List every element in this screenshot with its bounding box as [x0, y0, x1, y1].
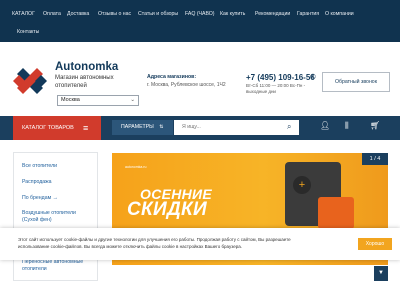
nav-item-contacts[interactable]: Контакты	[17, 29, 39, 35]
nav-item-articles[interactable]: Статьи и обзоры	[138, 11, 178, 17]
slide-counter: 1 / 4	[362, 153, 388, 165]
nav-item-catalog[interactable]: КАТАЛОГ	[12, 11, 35, 17]
brand-tagline: Магазин автономных отопителей	[55, 75, 114, 89]
filter-icon: ⇅	[159, 124, 164, 130]
nav-item-about[interactable]: О компании	[325, 11, 354, 17]
params-button[interactable]: ПАРАМЕТРЫ ⇅	[112, 120, 173, 135]
fuel-tank-image	[318, 197, 354, 229]
nav-item-recommendations[interactable]: Рекомендации	[255, 11, 290, 17]
cart-icon[interactable]: 🛒︎	[370, 121, 380, 130]
chevron-down-icon: ⌄	[130, 97, 135, 103]
sidebar-item-sale[interactable]: Распродажа	[22, 179, 52, 185]
address-title: Адреса магазинов:	[147, 74, 197, 80]
phone-icon[interactable]: ✆	[310, 73, 316, 81]
cookie-accept-button[interactable]: Хорошо	[358, 238, 392, 250]
category-sidebar: Все отопители Распродажа По брендам → Во…	[13, 152, 98, 281]
nav-item-delivery[interactable]: Доставка	[67, 11, 89, 17]
working-hours: Вт-Сб 11:00 — 20:00 Вс-Пн - выходные дни	[246, 83, 306, 94]
sidebar-item-all-heaters[interactable]: Все отопители	[22, 163, 57, 169]
sidebar-item-portable-heaters[interactable]: Переносные автономные отопители	[22, 259, 92, 272]
callback-button[interactable]: Обратный звонок	[322, 72, 390, 92]
heater-logo-icon: +	[293, 176, 311, 194]
address-text: г. Москва, Рублевское шоссе, 1Ч2	[147, 82, 226, 88]
sidebar-item-brands[interactable]: По брендам →	[22, 195, 58, 201]
nav-item-warranty[interactable]: Гарантия	[297, 11, 319, 17]
nav-item-payment[interactable]: Оплата	[43, 11, 61, 17]
catalog-button[interactable]: КАТАЛОГ ТОВАРОВ ≡	[13, 116, 101, 140]
sidebar-item-air-heaters[interactable]: Воздушные отопители (Сухой фен)	[22, 210, 92, 223]
brand-name[interactable]: Autonomka	[55, 61, 118, 73]
city-select[interactable]: Москва ⌄	[57, 95, 139, 106]
banner-heading-line2: СКИДКИ	[127, 199, 207, 220]
search-icon[interactable]: ⌕	[287, 122, 291, 132]
compare-icon[interactable]: ⫼	[345, 121, 349, 131]
scroll-down-button[interactable]: ▼	[374, 266, 388, 281]
banner-brand: autonomka.ru	[125, 165, 147, 169]
nav-item-how-to-buy[interactable]: Как купить	[220, 11, 245, 17]
cookie-text: Этот сайт использует cookie-файлы и друг…	[18, 237, 291, 249]
nav-item-reviews[interactable]: Отзывы о нас	[98, 11, 131, 17]
city-value: Москва	[61, 97, 80, 103]
phone-number[interactable]: +7 (495) 109-16-56	[246, 73, 315, 82]
menu-icon: ≡	[83, 123, 89, 133]
logo-icon[interactable]	[13, 64, 47, 98]
params-label: ПАРАМЕТРЫ	[121, 124, 154, 130]
search-input[interactable]	[174, 120, 299, 135]
top-nav: КАТАЛОГ Оплата Доставка Отзывы о нас Ста…	[0, 0, 400, 42]
user-icon[interactable]: 👤︎	[320, 121, 330, 130]
nav-item-faq[interactable]: FAQ (ЧАВО)	[185, 11, 215, 17]
catalog-label: КАТАЛОГ ТОВАРОВ	[22, 125, 74, 131]
